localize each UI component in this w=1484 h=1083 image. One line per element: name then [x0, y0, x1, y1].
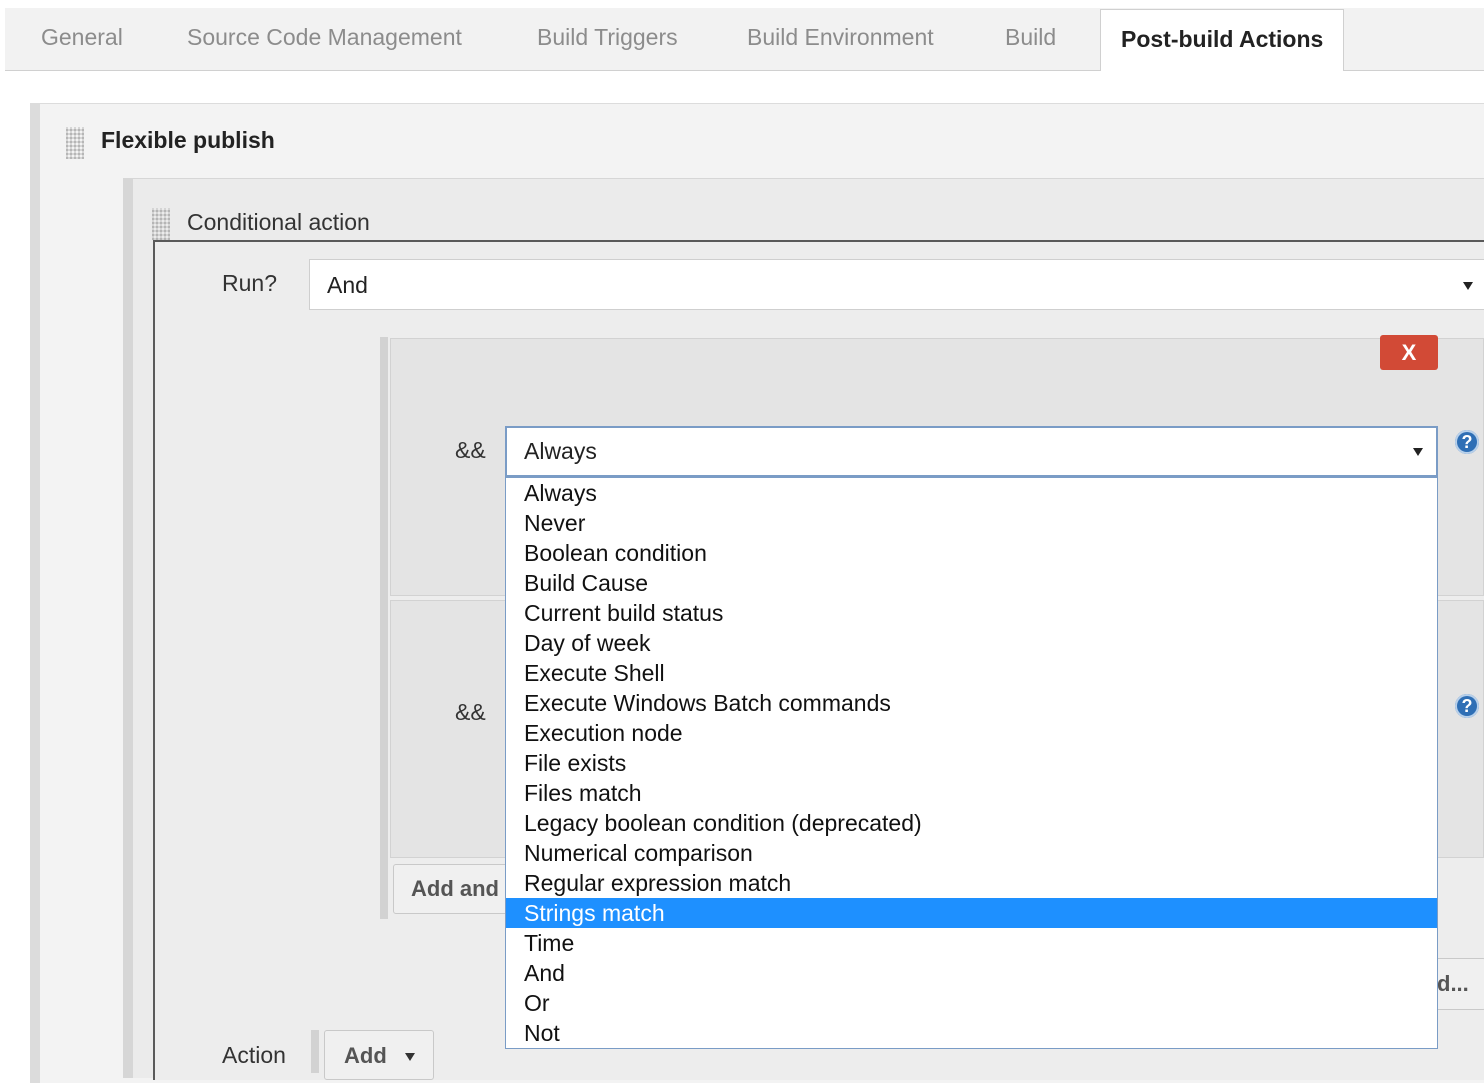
conditional-action-title: Conditional action [187, 209, 370, 235]
divider [311, 1030, 319, 1073]
dropdown-option[interactable]: Legacy boolean condition (deprecated) [506, 808, 1437, 838]
run-label: Run? [222, 270, 277, 296]
tab-build-environment[interactable]: Build Environment [747, 8, 934, 70]
drag-handle-icon[interactable] [152, 208, 170, 240]
dropdown-option[interactable]: Always [506, 478, 1437, 508]
tab-build[interactable]: Build [1005, 8, 1056, 70]
delete-condition-button[interactable]: X [1380, 335, 1438, 370]
tab-bar: General Source Code Management Build Tri… [5, 8, 1484, 71]
dropdown-option[interactable]: Execution node [506, 718, 1437, 748]
add-button[interactable]: d... [1430, 958, 1484, 1010]
dropdown-option[interactable]: Never [506, 508, 1437, 538]
add-and-button[interactable]: Add and [393, 864, 513, 914]
condition-dropdown-list[interactable]: Always Never Boolean condition Build Cause C… [505, 477, 1438, 1049]
dropdown-option[interactable]: Or [506, 988, 1437, 1018]
action-label: Action [222, 1042, 286, 1068]
drag-handle-icon[interactable] [66, 127, 84, 159]
and-operator-label: && [455, 437, 486, 463]
help-icon[interactable]: ? [1455, 694, 1479, 718]
dropdown-option[interactable]: File exists [506, 748, 1437, 778]
help-icon[interactable]: ? [1455, 430, 1479, 454]
tab-source-code-management[interactable]: Source Code Management [187, 8, 462, 70]
dropdown-option[interactable]: Not [506, 1018, 1437, 1048]
dropdown-option[interactable]: Day of week [506, 628, 1437, 658]
dropdown-option[interactable]: Strings match [506, 898, 1437, 928]
dropdown-option[interactable]: Execute Shell [506, 658, 1437, 688]
section-title: Flexible publish [101, 127, 275, 153]
condition-select[interactable]: Always [505, 426, 1438, 477]
dropdown-option[interactable]: Files match [506, 778, 1437, 808]
run-select[interactable]: And [309, 259, 1484, 310]
dropdown-option[interactable]: Current build status [506, 598, 1437, 628]
run-select-value: And [327, 272, 368, 298]
tab-post-build-actions[interactable]: Post-build Actions [1100, 9, 1344, 71]
chevron-down-icon [1413, 448, 1423, 456]
dropdown-option[interactable]: Boolean condition [506, 538, 1437, 568]
dropdown-option[interactable]: Time [506, 928, 1437, 958]
dropdown-option[interactable]: Build Cause [506, 568, 1437, 598]
and-operator-label: && [455, 699, 486, 725]
tab-build-triggers[interactable]: Build Triggers [537, 8, 678, 70]
dropdown-option[interactable]: Execute Windows Batch commands [506, 688, 1437, 718]
chevron-down-icon [1463, 282, 1473, 290]
chevron-down-icon [405, 1053, 415, 1061]
add-action-label: Add [344, 1043, 387, 1068]
dropdown-option[interactable]: Numerical comparison [506, 838, 1437, 868]
tab-general[interactable]: General [41, 8, 123, 70]
condition-select-value: Always [524, 438, 597, 464]
dropdown-option[interactable]: And [506, 958, 1437, 988]
dropdown-option[interactable]: Regular expression match [506, 868, 1437, 898]
